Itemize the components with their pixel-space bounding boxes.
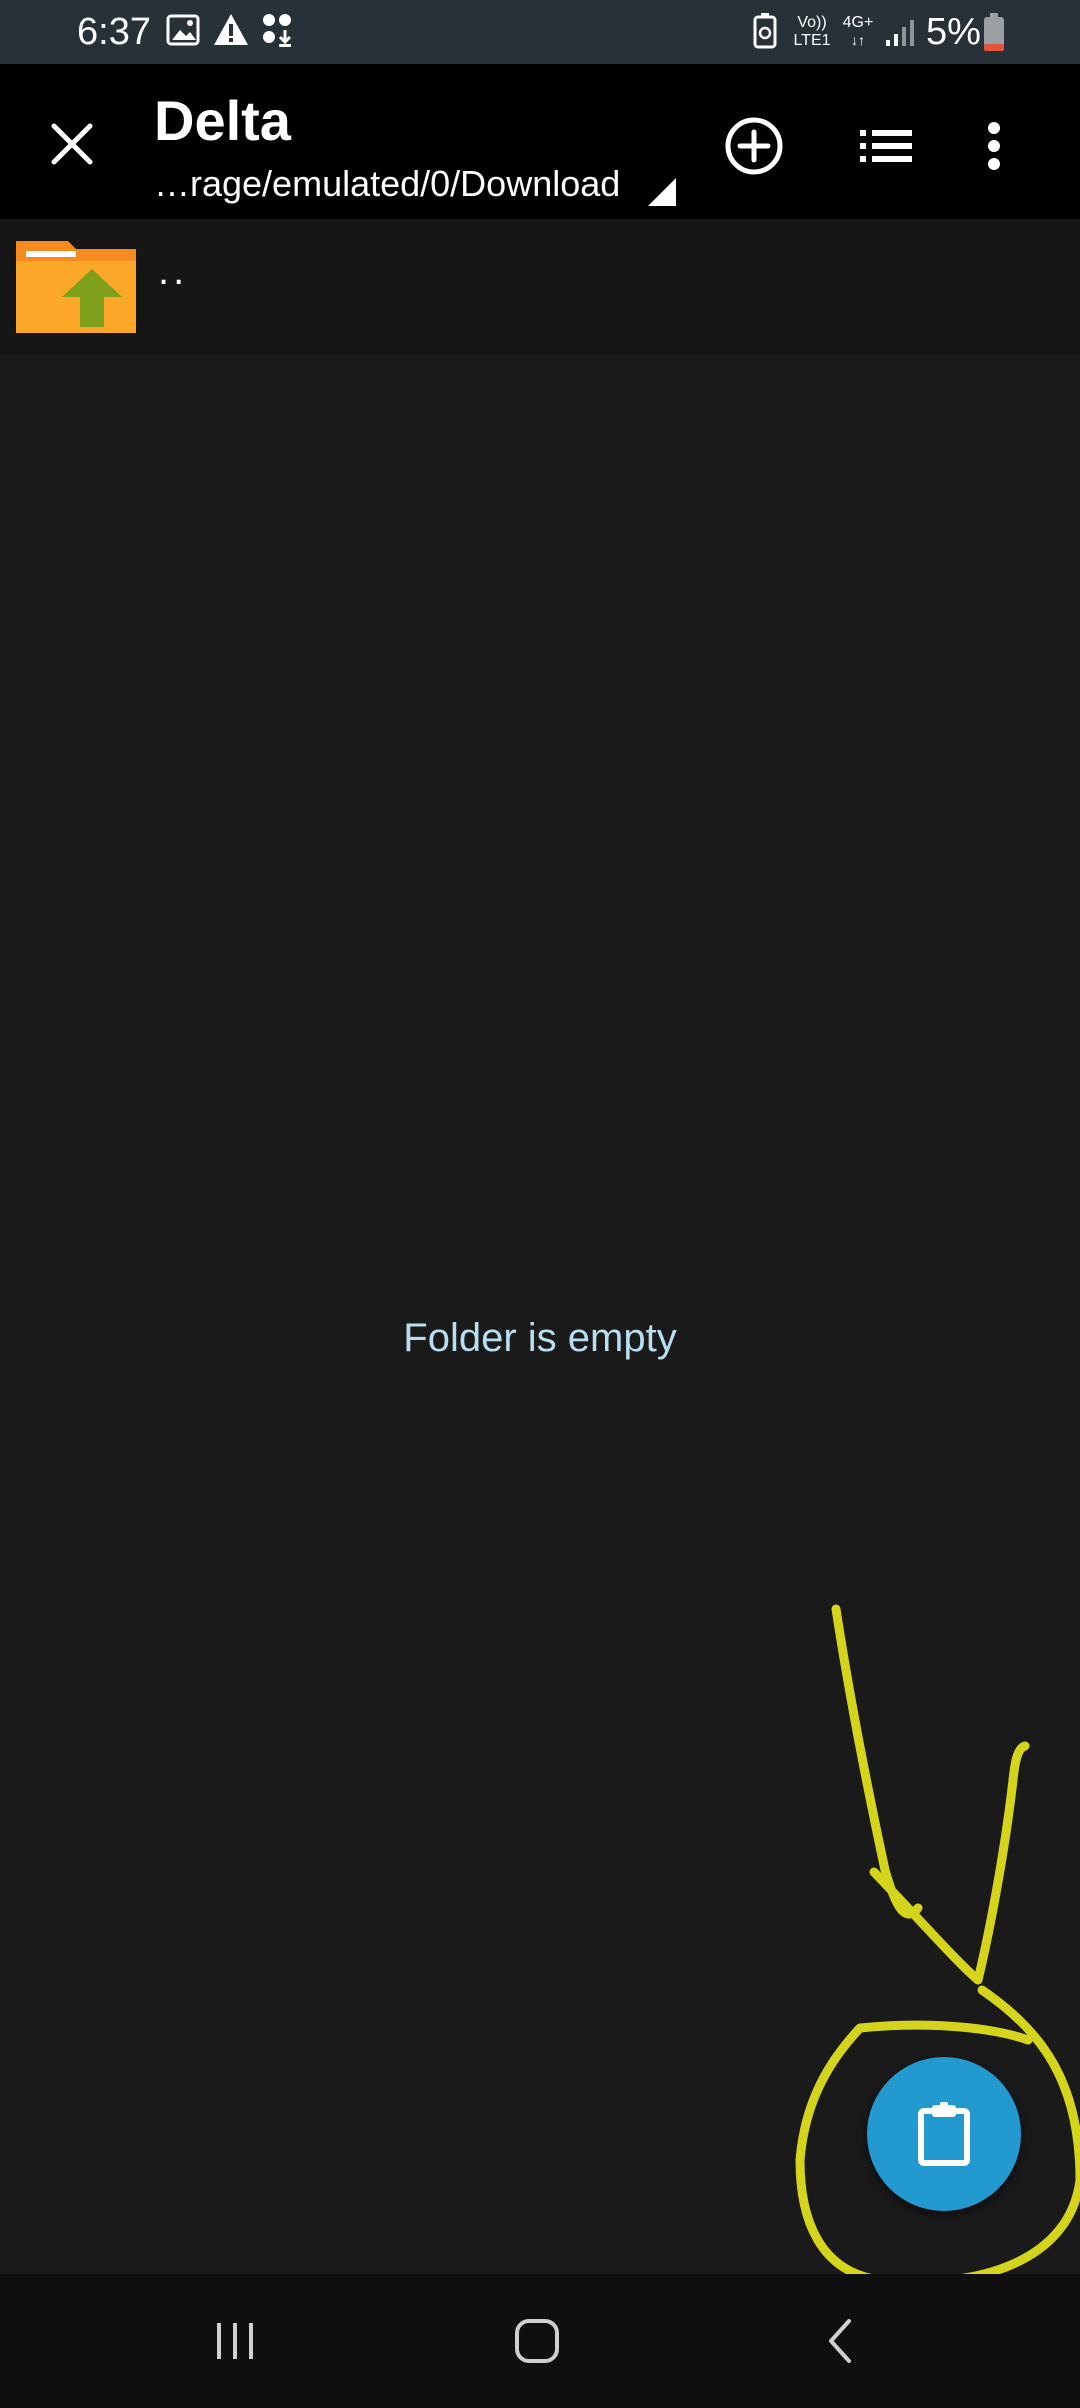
signal-icon [886, 20, 914, 46]
network-type-text: 4G+ [842, 14, 874, 31]
clipboard-paste-icon [918, 2102, 970, 2166]
warning-icon [214, 14, 248, 45]
home-button[interactable] [477, 2304, 597, 2378]
battery-icon [984, 13, 1004, 51]
recents-icon [217, 2323, 253, 2359]
battery-saver-icon [753, 13, 777, 49]
battery-percent: 5% [926, 11, 981, 53]
parent-folder-row[interactable]: .. [0, 219, 1080, 354]
list-view-icon [860, 130, 912, 162]
folder-up-icon [16, 241, 136, 333]
annotation-overlay [795, 1604, 1080, 2287]
back-button[interactable] [780, 2304, 900, 2378]
status-bar: 6:37 Vo)) LTE1 4G+ ↓↑ 5% [0, 0, 1080, 64]
annotation-arrow-shaft [831, 1604, 923, 1919]
gallery-icon [166, 14, 200, 46]
app-title: Delta [154, 89, 291, 152]
empty-folder-message: Folder is empty [403, 1316, 677, 1360]
list-view-button[interactable] [848, 108, 924, 184]
close-button[interactable] [36, 108, 108, 180]
parent-folder-label: .. [158, 249, 189, 293]
network-label: Vo)) LTE1 [792, 14, 832, 50]
close-icon [51, 123, 93, 165]
more-vert-icon [988, 122, 1000, 170]
more-options-button[interactable] [964, 108, 1024, 184]
network-type-label: 4G+ ↓↑ [838, 14, 878, 48]
volte-label: Vo)) [797, 14, 827, 31]
back-icon [829, 2319, 851, 2363]
add-button[interactable] [716, 108, 792, 184]
annotation-arrow-head [869, 1741, 1030, 1985]
current-path[interactable]: …rage/emulated/0/Download [154, 162, 620, 206]
path-dropdown-icon[interactable] [646, 176, 678, 208]
paste-button[interactable] [867, 2057, 1021, 2211]
home-icon [515, 2319, 559, 2363]
recents-button[interactable] [175, 2304, 295, 2378]
download-icon [263, 14, 292, 47]
add-circle-icon [725, 117, 783, 175]
status-time: 6:37 [77, 11, 151, 53]
app-bar: Delta …rage/emulated/0/Download [0, 64, 1080, 219]
lte-label: LTE1 [793, 32, 831, 49]
navigation-bar [0, 2274, 1080, 2408]
